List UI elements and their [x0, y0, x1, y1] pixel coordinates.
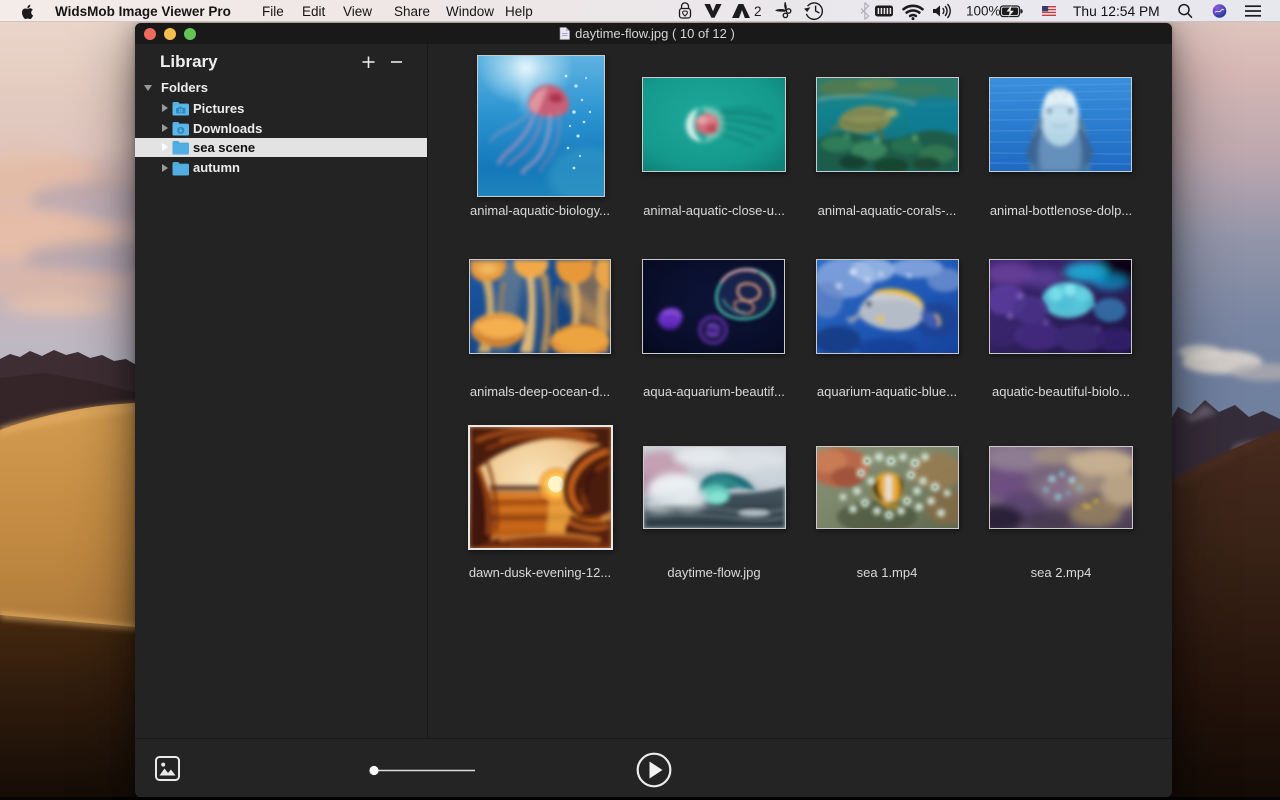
svg-text:Thu 12:54 PM: Thu 12:54 PM — [1073, 4, 1160, 19]
svg-text:100%: 100% — [966, 4, 1001, 19]
svg-text:2: 2 — [754, 4, 762, 19]
